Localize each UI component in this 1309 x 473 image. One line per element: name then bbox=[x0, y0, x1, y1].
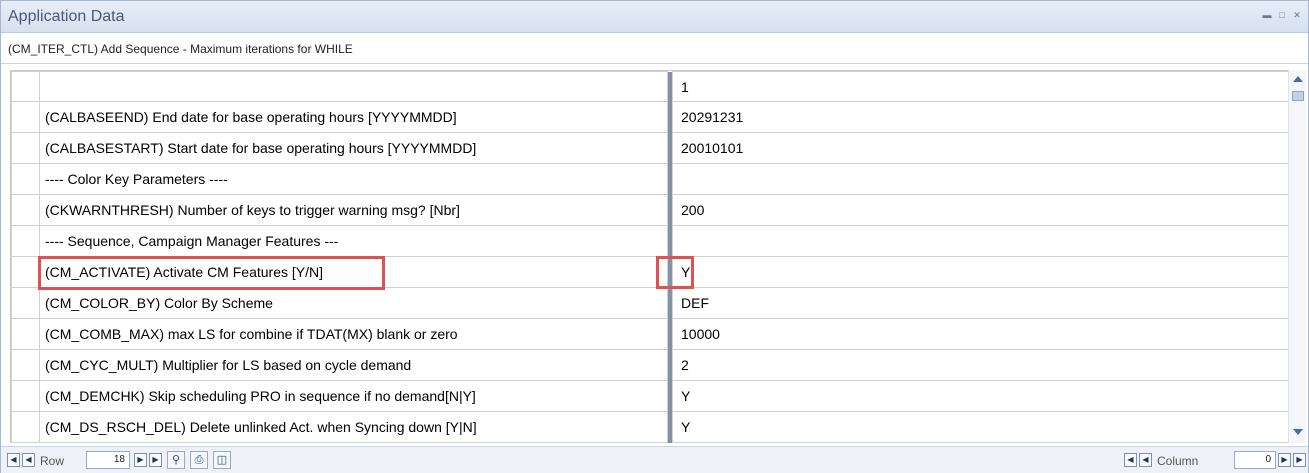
row-header[interactable] bbox=[11, 163, 40, 195]
row-header[interactable] bbox=[11, 349, 40, 381]
first-row-icon[interactable]: ◀ bbox=[7, 453, 20, 467]
row-label: Row bbox=[40, 454, 65, 468]
row-header[interactable] bbox=[11, 256, 40, 288]
param-cell[interactable]: (CM_CYC_MULT) Multiplier for LS based on… bbox=[39, 349, 668, 381]
value-cell[interactable]: 200 bbox=[672, 194, 1289, 226]
application-data-window: Application Data ▬ □ ✕ (CM_ITER_CTL) Add… bbox=[0, 0, 1309, 473]
param-cell[interactable]: (CKWARNTHRESH) Number of keys to trigger… bbox=[39, 194, 668, 226]
table-row[interactable]: (CM_COLOR_BY) Color By Scheme DEF bbox=[11, 287, 1289, 319]
table-row[interactable]: (CM_COMB_MAX) max LS for combine if TDAT… bbox=[11, 318, 1289, 350]
table-row[interactable]: (CALBASESTART) Start date for base opera… bbox=[11, 132, 1289, 164]
last-column-icon[interactable]: ▶ bbox=[1293, 453, 1306, 467]
first-column-icon[interactable]: ◀ bbox=[1124, 453, 1137, 467]
table-row[interactable]: (CM_CYC_MULT) Multiplier for LS based on… bbox=[11, 349, 1289, 381]
param-cell[interactable]: (CM_COMB_MAX) max LS for combine if TDAT… bbox=[39, 318, 668, 350]
status-bar: ◀ ◀ Row 18 ▶ ▶ ⚲ ⎙ ◫ ◀ ◀ Column 0 ▶ ▶ bbox=[1, 446, 1308, 473]
value-cell[interactable] bbox=[672, 163, 1289, 195]
value-cell[interactable] bbox=[672, 225, 1289, 257]
scroll-thumb[interactable] bbox=[1292, 91, 1304, 101]
param-cell[interactable]: (CM_ACTIVATE) Activate CM Features [Y/N] bbox=[39, 256, 668, 288]
prev-row-icon[interactable]: ◀ bbox=[22, 453, 35, 467]
table-row[interactable]: (CALBASEEND) End date for base operating… bbox=[11, 101, 1289, 133]
value-cell[interactable]: DEF bbox=[672, 287, 1289, 319]
param-header-cell bbox=[39, 71, 668, 102]
scroll-up-icon[interactable] bbox=[1293, 76, 1303, 82]
column-label: Column bbox=[1157, 454, 1199, 468]
value-cell[interactable]: Y bbox=[672, 256, 1289, 288]
row-header[interactable] bbox=[11, 318, 40, 350]
find-icon[interactable]: ⚲ bbox=[167, 451, 185, 469]
table-row[interactable]: (CM_DEMCHK) Skip scheduling PRO in seque… bbox=[11, 380, 1289, 412]
param-cell[interactable]: ---- Color Key Parameters ---- bbox=[39, 163, 668, 195]
window-controls: ▬ □ ✕ bbox=[1262, 10, 1302, 20]
value-cell[interactable]: Y bbox=[672, 411, 1289, 443]
last-row-icon[interactable]: ▶ bbox=[149, 453, 162, 467]
minimize-icon[interactable]: ▬ bbox=[1262, 10, 1272, 20]
description-bar: (CM_ITER_CTL) Add Sequence - Maximum ite… bbox=[1, 34, 1308, 64]
table-row[interactable]: (CKWARNTHRESH) Number of keys to trigger… bbox=[11, 194, 1289, 226]
table-row[interactable]: (CM_ACTIVATE) Activate CM Features [Y/N]… bbox=[11, 256, 1289, 288]
column-header[interactable]: 1 bbox=[672, 71, 1289, 102]
grid-header-row: 1 bbox=[11, 71, 1289, 102]
param-cell[interactable]: (CALBASESTART) Start date for base opera… bbox=[39, 132, 668, 164]
corner-cell bbox=[11, 71, 40, 102]
parameter-grid: 1 (CALBASEEND) End date for base operati… bbox=[10, 70, 1289, 443]
close-icon[interactable]: ✕ bbox=[1292, 10, 1302, 20]
value-cell[interactable]: 20010101 bbox=[672, 132, 1289, 164]
next-column-icon[interactable]: ▶ bbox=[1278, 453, 1291, 467]
param-cell[interactable]: ---- Sequence, Campaign Manager Features… bbox=[39, 225, 668, 257]
row-header[interactable] bbox=[11, 380, 40, 412]
row-header[interactable] bbox=[11, 287, 40, 319]
vertical-scrollbar[interactable] bbox=[1288, 70, 1306, 443]
column-input[interactable]: 0 bbox=[1234, 451, 1276, 469]
value-cell[interactable]: 2 bbox=[672, 349, 1289, 381]
row-header[interactable] bbox=[11, 194, 40, 226]
row-header[interactable] bbox=[11, 132, 40, 164]
row-header[interactable] bbox=[11, 225, 40, 257]
scroll-down-icon[interactable] bbox=[1293, 429, 1303, 435]
row-header[interactable] bbox=[11, 101, 40, 133]
title-bar: Application Data ▬ □ ✕ bbox=[1, 1, 1308, 33]
row-input[interactable]: 18 bbox=[86, 451, 130, 469]
table-row[interactable]: ---- Color Key Parameters ---- bbox=[11, 163, 1289, 195]
prev-column-icon[interactable]: ◀ bbox=[1139, 453, 1152, 467]
table-row[interactable]: ---- Sequence, Campaign Manager Features… bbox=[11, 225, 1289, 257]
table-row[interactable]: (CM_DS_RSCH_DEL) Delete unlinked Act. wh… bbox=[11, 411, 1289, 443]
param-cell[interactable]: (CM_DS_RSCH_DEL) Delete unlinked Act. wh… bbox=[39, 411, 668, 443]
maximize-icon[interactable]: □ bbox=[1277, 10, 1287, 20]
value-cell[interactable]: 20291231 bbox=[672, 101, 1289, 133]
param-cell[interactable]: (CM_DEMCHK) Skip scheduling PRO in seque… bbox=[39, 380, 668, 412]
value-cell[interactable]: Y bbox=[672, 380, 1289, 412]
print-icon[interactable]: ⎙ bbox=[190, 451, 208, 469]
next-row-icon[interactable]: ▶ bbox=[134, 453, 147, 467]
parameter-description: (CM_ITER_CTL) Add Sequence - Maximum ite… bbox=[8, 42, 353, 56]
value-cell[interactable]: 10000 bbox=[672, 318, 1289, 350]
param-cell[interactable]: (CM_COLOR_BY) Color By Scheme bbox=[39, 287, 668, 319]
window-title: Application Data bbox=[8, 8, 125, 25]
export-icon[interactable]: ◫ bbox=[213, 451, 231, 469]
row-header[interactable] bbox=[11, 411, 40, 443]
param-cell[interactable]: (CALBASEEND) End date for base operating… bbox=[39, 101, 668, 133]
